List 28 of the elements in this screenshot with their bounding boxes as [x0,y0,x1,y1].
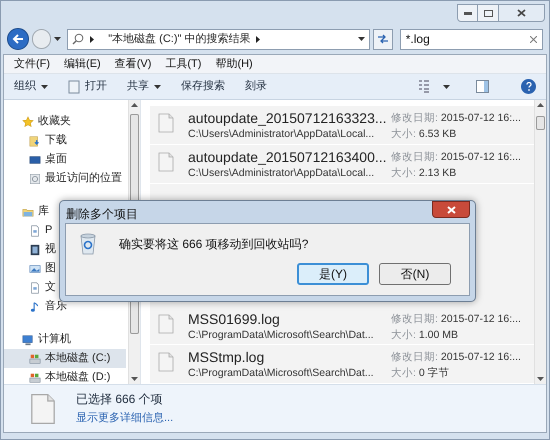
date-label: 修改日期: [391,111,438,126]
address-path: "本地磁盘 (C:)" 中的搜索结果 [108,32,250,47]
size-label: 大小: [391,166,416,181]
size-value: 2.13 KB [418,166,456,181]
file-name: autoupdate_20150712163323... [188,110,383,127]
file-name: MSStmp.log [188,349,266,366]
file-path: C:\Users\Administrator\AppData\Local... [188,127,376,142]
date-label: 修改日期: [391,312,438,326]
size-label: 大小: [391,127,416,142]
date-value: 2015-07-12 16:... [440,350,521,366]
dialog-title: 删除多个项目 [66,206,138,223]
size-value: 0 字节 [418,366,450,382]
file-path: C:\ProgramData\Microsoft\Search\Dat... [188,366,375,382]
dialog-message: 确实要将这 666 项移动到回收站吗? [119,236,308,253]
date-label: 修改日期: [391,350,438,366]
date-label: 修改日期: [391,150,438,165]
file-path: C:\Users\Administrator\AppData\Local... [188,166,376,181]
size-label: 大小: [391,328,416,342]
date-value: 2015-07-12 16:... [440,111,521,126]
size-label: 大小: [391,366,416,382]
file-name: MSS01699.log [188,310,281,328]
selection-count: 已选择 666 个项 [76,391,164,408]
file-path: C:\ProgramData\Microsoft\Search\Dat... [188,328,375,342]
file-name: autoupdate_20150712163400... [188,148,383,166]
size-value: 6.53 KB [418,127,456,142]
size-value: 1.00 MB [418,328,458,342]
date-value: 2015-07-12 16:... [440,312,521,326]
date-value: 2015-07-12 16:... [440,150,521,165]
